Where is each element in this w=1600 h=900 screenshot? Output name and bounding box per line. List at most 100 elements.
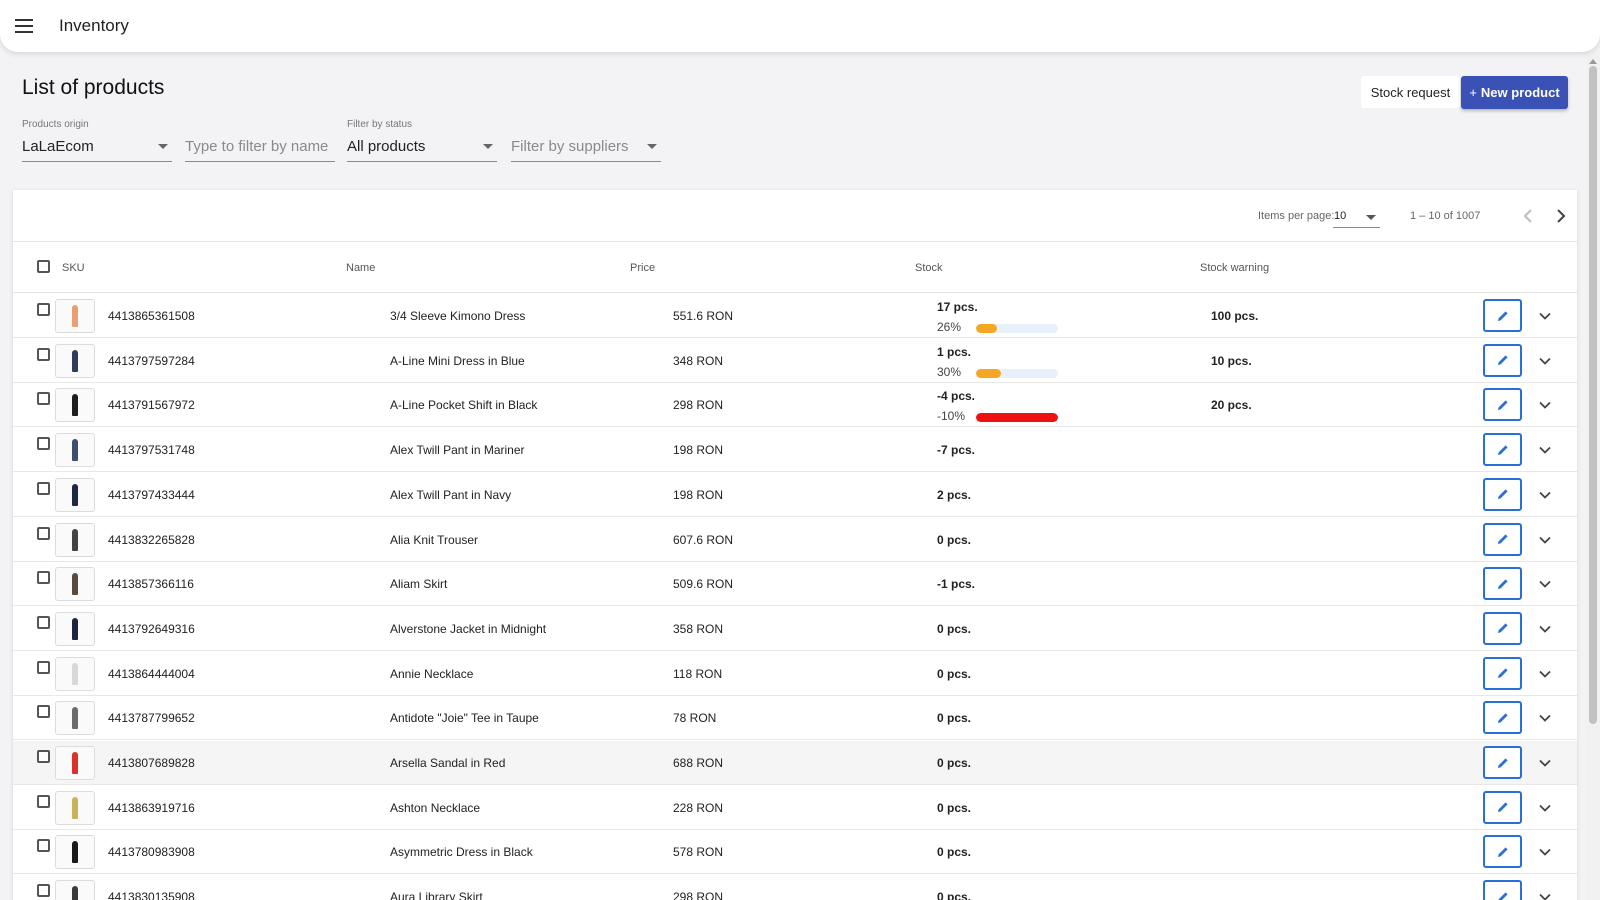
status-filter-label: Filter by status: [347, 119, 413, 130]
row-checkbox[interactable]: [37, 392, 50, 406]
row-checkbox[interactable]: [37, 615, 50, 629]
row-price: 198 RON: [673, 487, 724, 502]
row-stock-percent: -10%: [937, 409, 966, 424]
select-all-checkbox[interactable]: [37, 260, 50, 273]
header-stock[interactable]: Stock: [915, 262, 943, 274]
row-stock: 0 pcs.: [937, 532, 972, 547]
header-name[interactable]: Name: [346, 262, 375, 274]
new-product-button[interactable]: + New product: [1461, 76, 1568, 109]
table-row[interactable]: 4413780983908 Asymmetric Dress in Black 57…: [13, 830, 1577, 875]
chevron-down-icon: [647, 144, 657, 149]
row-checkbox[interactable]: [37, 571, 50, 585]
table-row[interactable]: 4413832265828 Alia Knit Trouser 607.6 RON 0…: [13, 517, 1577, 562]
page-scrollbar[interactable]: [1586, 52, 1600, 900]
edit-button[interactable]: [1483, 343, 1522, 377]
suppliers-filter-select[interactable]: Filter by suppliers: [511, 116, 661, 162]
expand-row-button[interactable]: [1537, 487, 1553, 503]
row-checkbox[interactable]: [37, 347, 50, 361]
edit-button[interactable]: [1483, 433, 1522, 467]
next-page-button[interactable]: [1551, 206, 1571, 226]
items-per-page-select[interactable]: 10: [1333, 204, 1380, 228]
header-price[interactable]: Price: [630, 262, 655, 274]
edit-button[interactable]: [1483, 790, 1522, 824]
row-stock: 0 pcs.: [937, 890, 972, 900]
row-checkbox[interactable]: [37, 526, 50, 540]
pencil-icon: [1497, 400, 1508, 410]
expand-row-button[interactable]: [1537, 889, 1553, 900]
edit-button[interactable]: [1483, 477, 1522, 511]
expand-row-button[interactable]: [1537, 532, 1553, 548]
table-row[interactable]: 4413865361508 3/4 Sleeve Kimono Dress 551.…: [13, 294, 1577, 338]
chevron-down-icon: [1539, 491, 1551, 499]
row-checkbox[interactable]: [37, 437, 50, 451]
table-row[interactable]: 4413797531748 Alex Twill Pant in Mariner 1…: [13, 428, 1577, 473]
row-name: 3/4 Sleeve Kimono Dress: [390, 309, 526, 323]
expand-row-button[interactable]: [1537, 621, 1553, 637]
product-thumbnail: [55, 567, 95, 602]
row-checkbox[interactable]: [37, 839, 50, 853]
header-sku[interactable]: SKU: [62, 262, 85, 274]
row-checkbox[interactable]: [37, 481, 50, 495]
table-row[interactable]: 4413791567972 A-Line Pocket Shift in Blac…: [13, 383, 1577, 428]
row-sku: 4413865361508: [108, 309, 195, 323]
table-row[interactable]: 4413807689828 Arsella Sandal in Red 688 RO…: [13, 741, 1577, 785]
page-range-label: 1 – 10 of 1007: [1410, 210, 1481, 222]
table-row[interactable]: 4413787799652 Antidote "Joie" Tee in Taup…: [13, 696, 1577, 741]
row-name: Asymmetric Dress in Black: [390, 845, 533, 860]
expand-row-button[interactable]: [1537, 397, 1553, 413]
name-filter-input[interactable]: Type to filter by name: [185, 116, 335, 162]
expand-row-button[interactable]: [1537, 800, 1553, 816]
stock-request-button[interactable]: Stock request: [1361, 76, 1460, 108]
row-checkbox[interactable]: [37, 660, 50, 674]
top-app-bar: Inventory: [0, 0, 1600, 52]
table-row[interactable]: 4413830135908 Aura Library Skirt 298 RON 0 …: [13, 875, 1577, 900]
chevron-down-icon: [1539, 625, 1551, 633]
edit-button[interactable]: [1483, 701, 1522, 735]
row-price: 688 RON: [673, 756, 724, 770]
edit-button[interactable]: [1483, 522, 1522, 556]
edit-button[interactable]: [1483, 746, 1522, 779]
table-row[interactable]: 4413864444004 Annie Necklace 118 RON 0 pcs.: [13, 651, 1577, 696]
pencil-icon: [1497, 668, 1508, 679]
product-thumbnail: [55, 835, 95, 870]
row-sku: 4413863919716: [108, 800, 195, 815]
expand-row-button[interactable]: [1537, 308, 1553, 324]
row-checkbox[interactable]: [37, 750, 50, 763]
edit-button[interactable]: [1483, 388, 1522, 422]
edit-button[interactable]: [1483, 656, 1522, 690]
edit-button[interactable]: [1483, 880, 1522, 900]
row-checkbox[interactable]: [37, 303, 50, 316]
table-row[interactable]: 4413792649316 Alverstone Jacket in Midnig…: [13, 606, 1577, 651]
row-checkbox[interactable]: [37, 884, 50, 898]
row-sku: 4413830135908: [108, 890, 195, 900]
edit-button[interactable]: [1483, 835, 1522, 869]
status-filter-select[interactable]: Filter by status All products: [347, 116, 497, 162]
table-row[interactable]: 4413797433444 Alex Twill Pant in Navy 198 …: [13, 472, 1577, 517]
row-checkbox[interactable]: [37, 705, 50, 719]
table-row[interactable]: 4413863919716 Ashton Necklace 228 RON 0 pcs…: [13, 785, 1577, 830]
chevron-down-icon: [1539, 893, 1551, 900]
row-name: Annie Necklace: [390, 666, 474, 681]
edit-button[interactable]: [1483, 299, 1522, 332]
row-checkbox[interactable]: [37, 794, 50, 808]
header-stock-warning[interactable]: Stock warning: [1200, 262, 1269, 274]
table-row[interactable]: 4413797597284 A-Line Mini Dress in Blue 34…: [13, 338, 1577, 383]
expand-row-button[interactable]: [1537, 353, 1553, 369]
products-origin-select[interactable]: Products origin LaLaEcom: [22, 116, 172, 162]
expand-row-button[interactable]: [1537, 755, 1553, 771]
menu-icon[interactable]: [15, 19, 33, 33]
expand-row-button[interactable]: [1537, 710, 1553, 726]
scrollbar-thumb[interactable]: [1589, 66, 1597, 724]
expand-row-button[interactable]: [1537, 442, 1553, 458]
previous-page-button[interactable]: [1518, 206, 1538, 226]
expand-row-button[interactable]: [1537, 844, 1553, 860]
stock-level-bar: [976, 324, 1058, 333]
edit-button[interactable]: [1483, 567, 1522, 601]
table-row[interactable]: 4413857366116 Aliam Skirt 509.6 RON -1 pcs.: [13, 562, 1577, 607]
scroll-up-arrow-icon[interactable]: [1586, 56, 1600, 66]
chevron-down-icon: [1539, 581, 1551, 588]
row-sku: 4413797433444: [108, 487, 195, 502]
expand-row-button[interactable]: [1537, 666, 1553, 682]
edit-button[interactable]: [1483, 611, 1522, 645]
expand-row-button[interactable]: [1537, 576, 1553, 592]
